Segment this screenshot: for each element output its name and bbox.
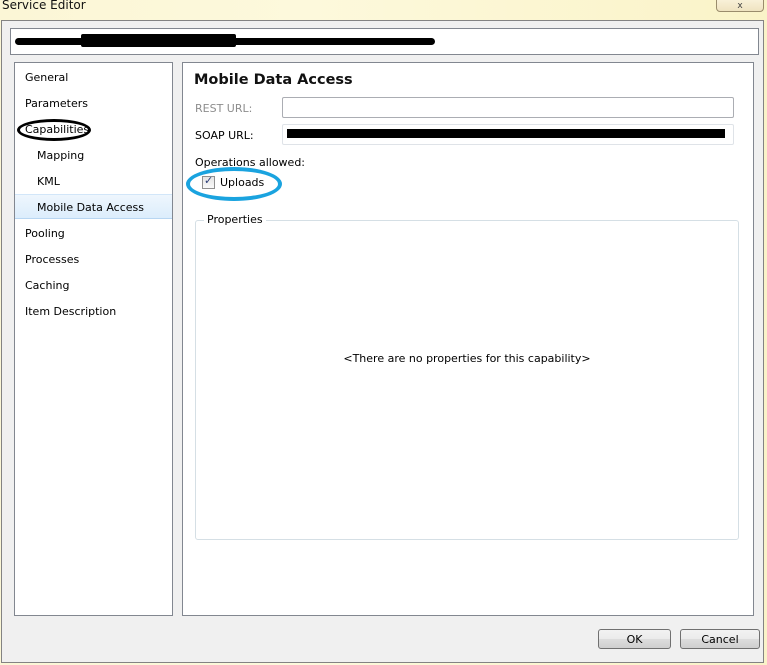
sidebar-item-parameters[interactable]: Parameters xyxy=(15,91,172,116)
cancel-button[interactable]: Cancel xyxy=(680,629,760,649)
annotation-ellipse-blue xyxy=(186,167,282,201)
properties-group: Properties <There are no properties for … xyxy=(195,213,739,540)
sidebar-item-item-description[interactable]: Item Description xyxy=(15,299,172,324)
service-editor-dialog: General Parameters Capabilities Mapping … xyxy=(1,20,764,663)
sidebar-item-processes[interactable]: Processes xyxy=(15,247,172,272)
soap-url-input[interactable] xyxy=(282,124,734,145)
properties-group-label: Properties xyxy=(204,213,266,226)
properties-empty-message: <There are no properties for this capabi… xyxy=(343,352,591,365)
rest-url-label: REST URL: xyxy=(195,102,253,115)
redaction-mark xyxy=(287,129,725,138)
panel-title: Mobile Data Access xyxy=(194,72,353,88)
connection-field[interactable] xyxy=(10,28,759,55)
sidebar-item-pooling[interactable]: Pooling xyxy=(15,221,172,246)
sidebar-item-mapping[interactable]: Mapping xyxy=(15,143,172,168)
soap-url-label: SOAP URL: xyxy=(195,129,254,142)
sidebar-item-caching[interactable]: Caching xyxy=(15,273,172,298)
capability-panel: Mobile Data Access REST URL: SOAP URL: O… xyxy=(182,62,754,616)
ok-button[interactable]: OK xyxy=(598,629,671,649)
close-icon: x xyxy=(737,1,743,11)
close-button[interactable]: x xyxy=(716,0,764,12)
sidebar-item-mobile-data-access[interactable]: Mobile Data Access xyxy=(15,194,172,219)
window-title: Service Editor xyxy=(2,0,86,12)
sidebar-item-kml[interactable]: KML xyxy=(15,169,172,194)
sidebar-nav: General Parameters Capabilities Mapping … xyxy=(14,62,173,616)
annotation-ellipse-black xyxy=(17,119,91,141)
rest-url-input[interactable] xyxy=(282,97,734,118)
redaction-mark xyxy=(81,34,236,47)
sidebar-item-general[interactable]: General xyxy=(15,65,172,90)
